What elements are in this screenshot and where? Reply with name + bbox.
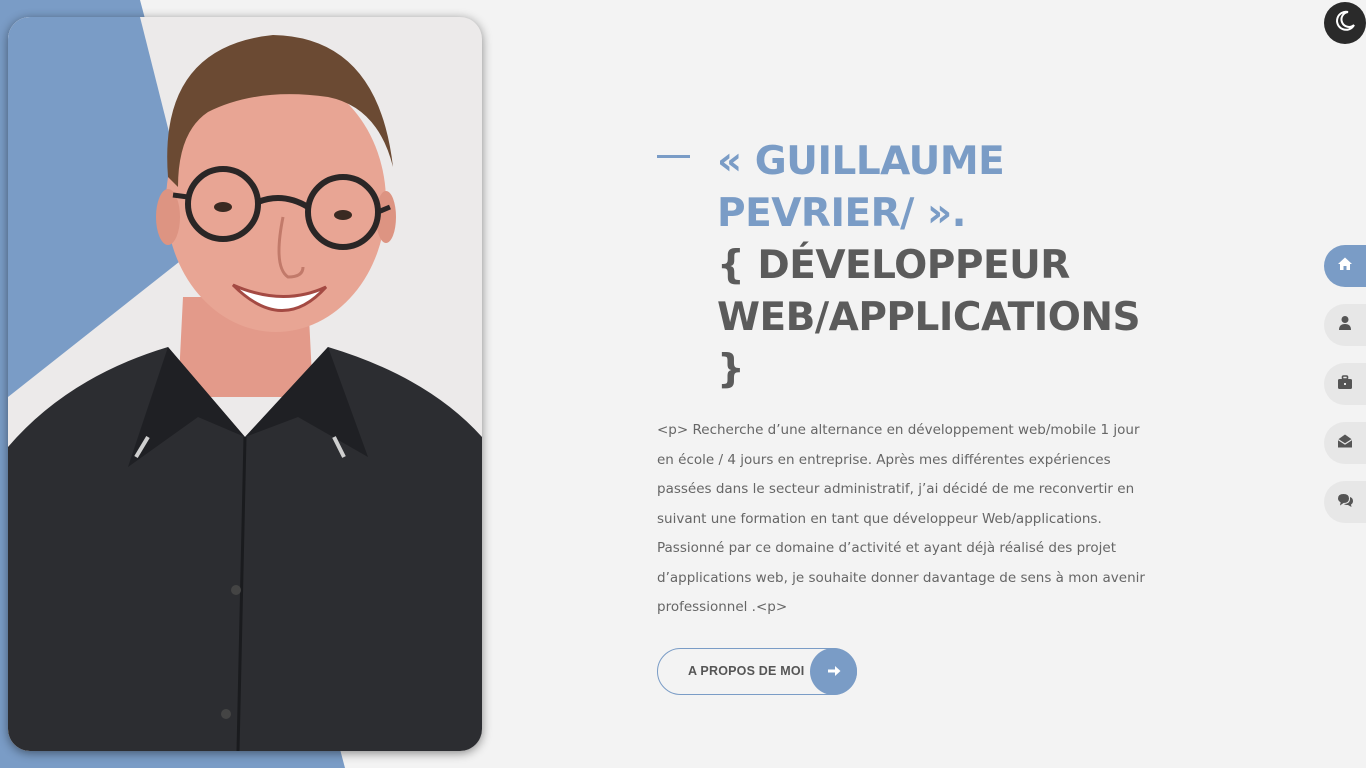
nav-contact-button[interactable] [1324,422,1366,464]
moon-icon [1334,10,1356,36]
role-line-1: { DÉVELOPPEUR [717,243,1070,288]
nav-portfolio-button[interactable] [1324,363,1366,405]
role-line-3: } [717,347,745,392]
name-line-1: « GUILLAUME [717,139,1005,184]
role-line-2: WEB/APPLICATIONS [717,295,1141,340]
user-icon [1338,315,1352,335]
profile-photo [8,17,482,751]
hero-title: « GUILLAUME PEVRIER/ ». { DÉVELOPPEUR WE… [657,136,1167,396]
comments-icon [1337,493,1354,512]
nav-blog-button[interactable] [1324,481,1366,523]
nav-home-button[interactable] [1324,245,1366,287]
home-icon [1337,256,1353,276]
side-navigation [1324,245,1366,540]
theme-toggle-button[interactable] [1324,2,1366,44]
about-me-label: A PROPOS DE MOI [688,664,805,678]
envelope-open-icon [1337,433,1353,453]
arrow-right-icon [810,647,857,695]
title-dash-decoration [657,155,690,158]
intro-paragraph: <p> Recherche d’une alternance en dévelo… [657,422,1145,615]
briefcase-icon [1337,374,1353,394]
name-line-2: PEVRIER/ ». [717,191,966,236]
about-me-button[interactable]: A PROPOS DE MOI [657,647,857,695]
hero-section: « GUILLAUME PEVRIER/ ». { DÉVELOPPEUR WE… [657,136,1167,695]
nav-about-button[interactable] [1324,304,1366,346]
